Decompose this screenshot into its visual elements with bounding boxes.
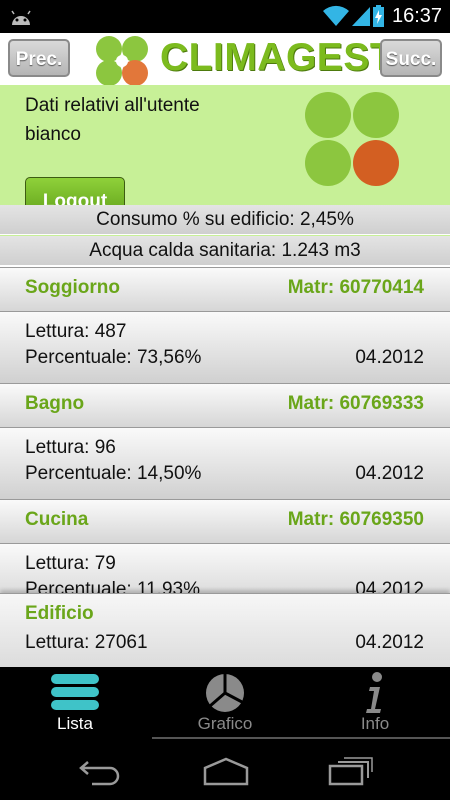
tab-label: Grafico [197,714,253,733]
climagest-emblem-icon [305,92,399,186]
tab-label: Lista [57,714,93,733]
room-reading[interactable]: Lettura: 96 Percentuale: 14,50% 04.2012 [0,427,450,499]
app-content: Prec. CLIMAGEST Succ. Dati relativi all'… [0,33,450,667]
signal-icon [352,7,370,26]
room-matr: Matr: 60769333 [287,393,424,414]
prev-button[interactable]: Prec. [8,39,70,77]
room-reading[interactable]: Lettura: 487 Percentuale: 73,56% 04.2012 [0,311,450,383]
home-icon[interactable] [202,756,250,786]
list-stack-icon [51,674,99,710]
tab-lista[interactable]: Lista [0,667,150,742]
user-info: Dati relativi all'utente bianco [25,95,200,145]
wifi-icon [323,5,349,27]
room-date: 04.2012 [355,347,424,368]
room-lettura: Lettura: 79 [25,553,116,574]
consumo-summary: Consumo % su edificio: 2,45% [0,205,450,235]
tab-grafico[interactable]: Grafico [150,667,300,742]
tab-bar: Lista Grafico Info [0,667,450,742]
edificio-lettura: Lettura: 27061 [25,632,148,653]
room-name: Soggiorno [25,277,120,298]
edificio-date: 04.2012 [355,632,424,653]
next-button[interactable]: Succ. [380,39,442,77]
room-percentuale: Percentuale: 73,56% [25,347,202,368]
recent-apps-icon[interactable] [328,756,374,786]
app-header: Prec. CLIMAGEST Succ. [0,33,450,86]
clock: 16:37 [392,5,443,27]
room-lettura: Lettura: 96 [25,437,116,458]
room-matr: Matr: 60770414 [287,277,424,298]
room-name: Cucina [25,509,89,530]
room-header[interactable]: Bagno Matr: 60769333 [0,383,450,427]
room-lettura: Lettura: 487 [25,321,127,342]
back-icon[interactable] [78,756,122,786]
edificio-name: Edificio [25,603,94,624]
tab-divider [152,737,450,739]
room-matr: Matr: 60769350 [287,509,424,530]
climagest-logo-icon [96,36,148,86]
android-icon [11,10,31,25]
room-date: 04.2012 [355,463,424,484]
room-name: Bagno [25,393,85,414]
tab-info[interactable]: Info [300,667,450,742]
info-icon [366,672,382,713]
edificio-summary: Edificio Lettura: 27061 04.2012 [0,593,450,667]
room-header[interactable]: Soggiorno Matr: 60770414 [0,267,450,311]
tab-label: Info [360,714,390,733]
system-nav-bar [0,742,450,800]
status-bar: 16:37 [0,0,450,33]
chart-icon [206,674,244,712]
brand-title: CLIMAGEST [160,36,395,79]
room-percentuale: Percentuale: 14,50% [25,463,202,484]
room-header[interactable]: Cucina Matr: 60769350 [0,499,450,543]
battery-charging-icon [373,5,384,27]
acqua-summary: Acqua calda sanitaria: 1.243 m3 [0,236,450,266]
